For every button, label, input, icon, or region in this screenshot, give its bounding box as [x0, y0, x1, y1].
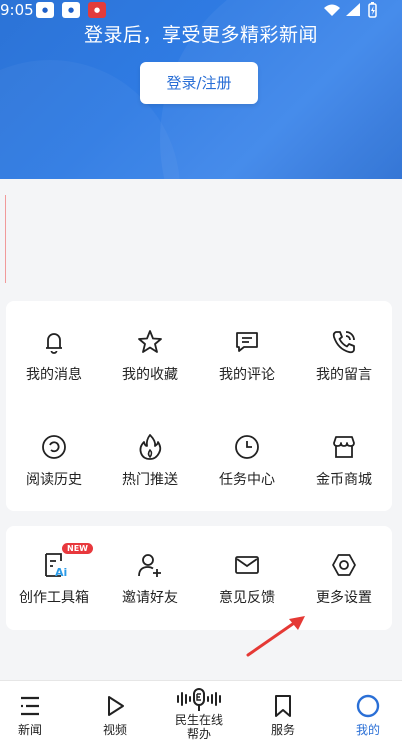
- feature-reading-history[interactable]: 阅读历史: [6, 432, 102, 489]
- banner-edge: [5, 195, 6, 283]
- new-badge: NEW: [62, 543, 93, 554]
- history-icon: [42, 435, 66, 459]
- phone-message-icon: [332, 331, 355, 354]
- tab-label: 我的: [355, 723, 380, 737]
- login-register-button[interactable]: 登录/注册: [140, 62, 258, 104]
- tab-label: 民生在线帮办: [174, 713, 223, 741]
- feature-label: 金币商城: [316, 472, 372, 488]
- feature-label: 阅读历史: [26, 472, 82, 488]
- svg-text:Ai: Ai: [55, 566, 67, 579]
- news-menu-icon: [21, 696, 39, 716]
- tab-news[interactable]: 新闻: [0, 681, 70, 741]
- feature-my-favorites[interactable]: 我的收藏: [102, 327, 198, 384]
- feature-label: 热门推送: [122, 472, 178, 488]
- feature-my-messages-left[interactable]: 我的留言: [296, 327, 392, 384]
- tool-creation-toolbox[interactable]: Ai NEW 创作工具箱: [6, 543, 102, 607]
- status-time: 9:05: [0, 1, 34, 19]
- feature-label: 我的收藏: [122, 367, 178, 383]
- feature-label: 任务中心: [219, 472, 275, 488]
- tool-label: 创作工具箱: [19, 590, 89, 606]
- app-notification-icon: ●: [88, 2, 106, 18]
- tool-more-settings[interactable]: 更多设置: [296, 550, 392, 607]
- mail-icon: [235, 556, 259, 574]
- status-bar: 9:05 ● ● ●: [0, 0, 402, 22]
- app-notification-icon: ●: [62, 2, 80, 18]
- annotation-arrow: [246, 616, 305, 657]
- tool-label: 邀请好友: [122, 590, 178, 606]
- tool-invite-friends[interactable]: 邀请好友: [102, 550, 198, 607]
- login-header: 9:05 ● ● ● 登录后，享受更多精彩新闻 登录/注册: [0, 0, 402, 179]
- tool-label: 更多设置: [316, 590, 372, 606]
- ai-tool-icon: Ai: [45, 553, 67, 579]
- fire-icon: [139, 434, 162, 460]
- tools-card: Ai NEW 创作工具箱 邀请好友 意见反馈 更多设置: [6, 526, 392, 630]
- tab-label: 视频: [102, 723, 127, 737]
- features-card: 我的消息 我的收藏 我的评论 我的留言 阅读历史 热门推送 任务中心 金币商城: [6, 301, 392, 511]
- feature-task-center[interactable]: 任务中心: [199, 432, 295, 489]
- feature-my-comments[interactable]: 我的评论: [199, 327, 295, 384]
- bookmark-icon: [275, 695, 291, 717]
- shop-icon: [333, 436, 355, 458]
- clock-icon: [235, 435, 259, 459]
- feature-hot-push[interactable]: 热门推送: [102, 432, 198, 489]
- feature-label: 我的消息: [26, 367, 82, 383]
- feature-label: 我的评论: [219, 367, 275, 383]
- add-user-icon: [138, 554, 161, 577]
- feature-coin-mall[interactable]: 金币商城: [296, 432, 392, 489]
- tool-feedback[interactable]: 意见反馈: [199, 550, 295, 607]
- feature-my-messages[interactable]: 我的消息: [6, 327, 102, 384]
- tab-mine[interactable]: 我的: [328, 681, 402, 741]
- bell-icon: [46, 333, 62, 354]
- app-notification-icon: ●: [36, 2, 54, 18]
- tab-label: 服务: [270, 723, 295, 737]
- tab-services[interactable]: 服务: [243, 681, 323, 741]
- tab-label: 新闻: [17, 723, 42, 737]
- microphone-wave-icon: [177, 688, 221, 711]
- star-icon: [138, 330, 162, 353]
- tab-livelihood-online[interactable]: 民生在线帮办: [159, 681, 239, 741]
- tab-video[interactable]: 视频: [75, 681, 155, 741]
- system-status-icons: [324, 2, 377, 18]
- login-hint-text: 登录后，享受更多精彩新闻: [83, 24, 318, 46]
- profile-circle-icon: [356, 694, 380, 718]
- banner-area: [0, 179, 402, 291]
- tool-label: 意见反馈: [219, 590, 275, 606]
- feature-label: 我的留言: [316, 367, 372, 383]
- bottom-tab-bar: 新闻 视频 民生在线帮办 服务 我的: [0, 680, 402, 741]
- play-icon: [108, 696, 124, 716]
- settings-hex-icon: [332, 554, 356, 576]
- comment-icon: [236, 332, 258, 352]
